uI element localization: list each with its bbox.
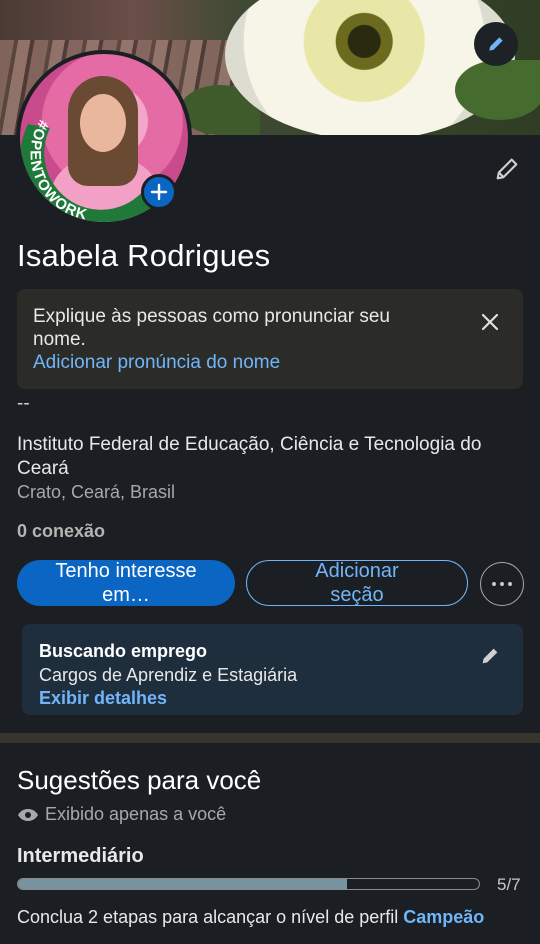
pronunciation-prompt: Explique às pessoas como pronunciar seu … bbox=[17, 289, 523, 389]
open-to-work-roles: Cargos de Aprendiz e Estagiária bbox=[39, 665, 298, 685]
pencil-icon bbox=[496, 158, 518, 180]
section-divider bbox=[0, 733, 540, 743]
close-icon bbox=[481, 313, 499, 331]
edit-cover-button[interactable] bbox=[474, 22, 518, 66]
profile-progress-bar bbox=[17, 878, 480, 890]
profile-name: Isabela Rodrigues bbox=[17, 238, 271, 273]
more-actions-button[interactable] bbox=[480, 562, 524, 606]
add-pronunciation-link[interactable]: Adicionar pronúncia do nome bbox=[33, 352, 280, 374]
pencil-icon bbox=[489, 37, 503, 51]
visibility-text: Exibido apenas a você bbox=[45, 804, 227, 824]
plus-icon bbox=[150, 183, 168, 201]
add-section-button[interactable]: Adicionar seção bbox=[246, 560, 468, 606]
dismiss-button[interactable] bbox=[475, 307, 505, 337]
pencil-icon bbox=[482, 648, 498, 664]
add-photo-button[interactable] bbox=[141, 174, 177, 210]
show-details-link[interactable]: Exibir detalhes bbox=[39, 688, 167, 709]
pronunciation-text: Explique às pessoas como pronunciar seu … bbox=[33, 306, 390, 350]
level-goal: Conclua 2 etapas para alcançar o nível d… bbox=[17, 907, 484, 928]
ellipsis-icon bbox=[492, 582, 512, 586]
interested-in-label: Tenho interesse em… bbox=[55, 560, 197, 606]
interested-in-button[interactable]: Tenho interesse em… bbox=[17, 560, 235, 606]
profile-school[interactable]: Instituto Federal de Educação, Ciência e… bbox=[17, 433, 517, 481]
profile-location: Crato, Ceará, Brasil bbox=[17, 482, 176, 502]
progress-count: 5/7 bbox=[497, 875, 521, 894]
profile-headline: -- bbox=[17, 393, 30, 414]
eye-icon bbox=[18, 808, 38, 821]
open-to-work-card[interactable]: Buscando emprego Cargos de Aprendiz e Es… bbox=[22, 624, 523, 715]
add-section-label: Adicionar seção bbox=[315, 560, 399, 606]
cover-leaf bbox=[455, 60, 540, 120]
edit-open-to-work-button[interactable] bbox=[476, 642, 504, 670]
goal-level[interactable]: Campeão bbox=[403, 907, 484, 927]
open-to-work-title: Buscando emprego bbox=[39, 641, 208, 661]
suggestions-title: Sugestões para você bbox=[17, 765, 262, 795]
visibility-note: Exibido apenas a você bbox=[17, 804, 226, 825]
goal-text: Conclua 2 etapas para alcançar o nível d… bbox=[17, 907, 399, 927]
edit-intro-button[interactable] bbox=[490, 152, 524, 186]
profile-progress-fill bbox=[18, 879, 348, 889]
profile-level: Intermediário bbox=[17, 845, 144, 867]
connections-count[interactable]: 0 conexão bbox=[17, 521, 105, 542]
